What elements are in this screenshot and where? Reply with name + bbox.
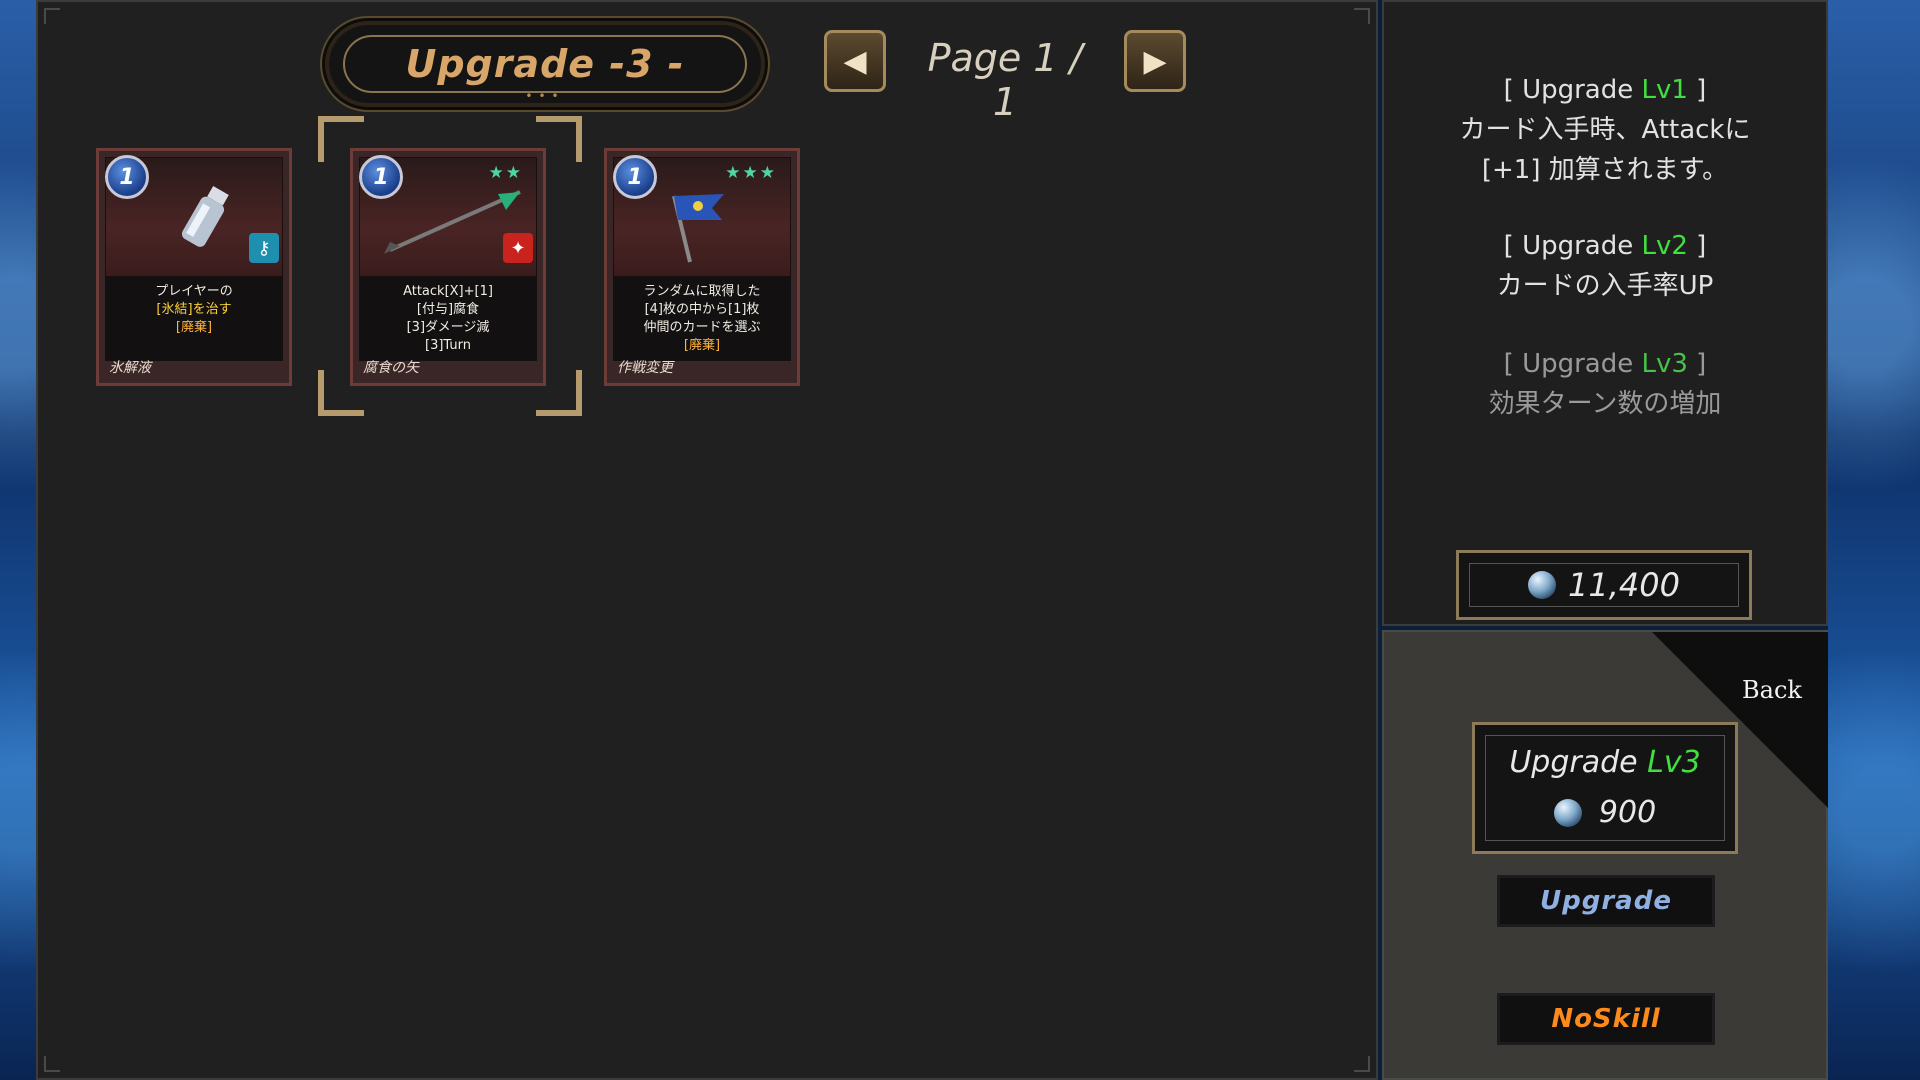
level-label: Lv2 [1641,231,1688,261]
card-text-line: [3]ダメージ減 [406,320,490,335]
card-text-line: [付与]腐食 [416,302,480,317]
card-text-line: Attack[X]+[1] [403,284,493,299]
card-description: ランダムに取得した [4]枚の中から[1]枚 仲間のカードを選ぶ [廃棄] [613,277,791,361]
rarity-stars: ★★★ [725,163,777,183]
upgrade-info-lv3: [ Upgrade Lv3 ] 効果ターン数の増加 [1386,344,1824,424]
card-text-line: ランダムに取得した [643,284,761,299]
card-description: プレイヤーの [氷結]を治す [廃棄] [105,277,283,361]
prev-page-button[interactable]: ◀ [824,30,886,92]
card-text-line: [氷結]を治す [156,302,232,317]
key-icon: ⚷ [249,233,279,263]
upgrade-info-text: [+1] 加算されます。 [1481,155,1729,185]
card-strategy-change[interactable]: 1 ★★★ ランダムに取得した [4]枚の中から[1]枚 仲間のカードを選ぶ [… [604,148,800,386]
panel-corner [44,1056,60,1072]
upgrade-info-lv1: [ Upgrade Lv1 ] カード入手時、Attackに [+1] 加算され… [1386,70,1824,190]
level-label: Lv3 [1641,349,1688,379]
card-cost-badge: 1 [359,155,403,199]
next-page-button[interactable]: ▶ [1124,30,1186,92]
upgrade-cost-amount: 900 [1598,795,1657,830]
card-name: 氷解液 [109,360,151,376]
card-cost-badge: 1 [105,155,149,199]
card-text-line: [4]枚の中から[1]枚 [644,302,760,317]
currency-amount: 11,400 [1568,566,1680,604]
card-cost-badge: 1 [613,155,657,199]
title-ornament: ••• [525,89,565,103]
attack-icon: ✦ [503,233,533,263]
upgrade-info-heading: [ Upgrade Lv3 ] [1503,349,1707,379]
card-text-line: [3]Turn [425,338,471,353]
level-label: Lv3 [1647,745,1701,780]
upgrade-info-text: カードの入手率UP [1496,271,1714,301]
back-label[interactable]: Back [1742,676,1802,704]
card-text-line: 仲間のカードを選ぶ [643,320,761,335]
upgrade-info-text: カード入手時、Attackに [1459,115,1751,145]
card-name: 作戦変更 [617,360,673,376]
page-indicator: Page 1 / 1 [927,36,1083,124]
arrow-right-icon: ▶ [1143,43,1167,79]
upgrade-info-heading: [ Upgrade Lv1 ] [1503,75,1707,105]
panel-corner [44,8,60,24]
arrow-left-icon: ◀ [843,43,867,79]
currency-display: 11,400 [1456,550,1752,620]
orb-icon [1553,798,1582,827]
background-right-edge [1828,0,1920,1080]
panel-corner [1354,8,1370,24]
upgrade-button[interactable]: Upgrade [1494,872,1718,930]
next-upgrade-title: Upgrade Lv3 [1509,745,1701,780]
level-label: Lv1 [1641,75,1688,105]
card-text-line: [廃棄] [175,320,213,335]
upgrade-info-lv2: [ Upgrade Lv2 ] カードの入手率UP [1386,226,1824,306]
page-title: Upgrade -3 - [405,42,685,86]
background-left-edge [0,0,36,1080]
next-upgrade-cost: Upgrade Lv3 900 [1472,722,1738,854]
cost-row: 900 [1475,795,1735,830]
upgrade-button-label: Upgrade [1540,886,1672,916]
card-text-line: [廃棄] [683,338,721,353]
card-ice-cure[interactable]: 1 ⚷ プレイヤーの [氷結]を治す [廃棄] 氷解液 [96,148,292,386]
panel-corner [1354,1056,1370,1072]
card-text-line: プレイヤーの [155,284,233,299]
upgrade-info-text: 効果ターン数の増加 [1488,389,1722,419]
card-corrosion-arrow[interactable]: 1 ★★ ✦ Attack[X]+[1] [付与]腐食 [3]ダメージ減 [3]… [350,148,546,386]
title-plate: Upgrade -3 - ••• [322,18,768,110]
noskill-button[interactable]: NoSkill [1494,990,1718,1048]
rarity-stars: ★★ [488,163,523,183]
upgrade-info-heading: [ Upgrade Lv2 ] [1503,231,1707,261]
noskill-button-label: NoSkill [1551,1004,1661,1034]
card-name: 腐食の矢 [363,360,419,376]
card-description: Attack[X]+[1] [付与]腐食 [3]ダメージ減 [3]Turn [359,277,537,361]
